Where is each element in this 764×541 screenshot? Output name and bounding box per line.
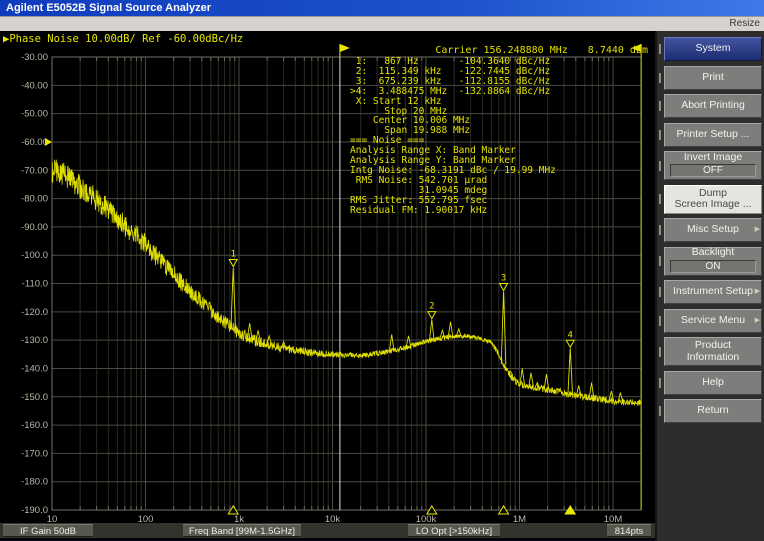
trace-header[interactable]: ▶Phase Noise 10.00dB/ Ref -60.00dBc/Hz [3,33,243,45]
y-tick-label: -90.00 [21,222,48,233]
menu-button-label: System [665,43,761,55]
trace-scale-label: Phase Noise 10.00dB/ Ref -60.00dBc/Hz [9,33,243,45]
menu-button-label: Misc Setup [665,224,761,236]
menu-button-label-2: Screen Image ... [665,199,761,211]
status-bar: IF Gain 50dB Freq Band [99M-1.5GHz] LO O… [0,523,655,538]
menu-button-backlight[interactable]: BacklightON [664,247,762,276]
softkey-menu: System Print Abort Printing Printer Setup .… [655,31,764,541]
menu-button-label: Service Menu [665,315,761,327]
marker-symbol-icon [500,283,508,290]
submenu-arrow-icon: ▶ [755,316,760,326]
submenu-arrow-icon: ▶ [755,287,760,297]
y-tick-label: -60.00 [21,137,48,148]
spur-spike [429,320,434,341]
status-freq-band: Freq Band [99M-1.5GHz] [183,524,301,537]
marker-noise-readout: 1: 867 Hz -104.3640 dBc/Hz 2: 115.349 kH… [350,57,556,216]
marker-number-label: 3 [501,273,506,283]
menu-button-printer-setup[interactable]: Printer Setup ... [664,123,762,147]
menu-button-instrument-setup[interactable]: Instrument Setup▶ [664,280,762,304]
marker-number-label: 2 [429,302,434,312]
menu-button-service-menu[interactable]: Service Menu▶ [664,309,762,333]
status-if-gain: IF Gain 50dB [3,524,93,537]
menu-button-label: Abort Printing [665,100,761,112]
menu-button-invert-image[interactable]: Invert ImageOFF [664,151,762,180]
y-tick-label: -80.00 [21,194,48,205]
spur-spike [406,336,411,347]
menu-button-state-value: OFF [670,164,756,177]
y-tick-label: -140.0 [21,363,48,374]
window-titlebar: Agilent E5052B Signal Source Analyzer [0,0,764,16]
y-tick-label: -170.0 [21,448,48,459]
menu-button-help[interactable]: Help [664,371,762,395]
y-tick-label: -190.0 [21,505,48,516]
menu-button-label: Product [665,340,761,352]
y-tick-label: -120.0 [21,307,48,318]
instrument-screen: -30.00-40.00-50.00-60.00-70.00-80.00-90.… [0,31,655,541]
window-title: Agilent E5052B Signal Source Analyzer [6,2,211,14]
submenu-arrow-icon: ▶ [755,225,760,235]
menu-button-label: Help [665,377,761,389]
y-tick-label: -160.0 [21,420,48,431]
menu-button-label: Print [665,72,761,84]
y-tick-label: -150.0 [21,392,48,403]
menu-button-misc-setup[interactable]: Misc Setup▶ [664,218,762,242]
resize-button[interactable]: Resize [729,18,760,29]
spur-spike [568,348,573,394]
y-tick-label: -110.0 [22,279,48,290]
y-tick-label: -100.0 [21,250,48,261]
carrier-readout: Carrier 156.248880 MHz 8.7440 dBm [0,45,648,56]
analyzer-window: Agilent E5052B Signal Source Analyzer Re… [0,0,764,541]
phase-noise-plot: -30.00-40.00-50.00-60.00-70.00-80.00-90.… [0,31,655,541]
menu-button-system[interactable]: System [664,37,762,61]
menu-button-label-2: Information [665,352,761,364]
y-tick-label: -50.00 [21,109,48,120]
marker-symbol-icon [428,312,436,319]
menu-button-return[interactable]: Return [664,399,762,423]
marker-symbol-icon [566,340,574,347]
carrier-frequency: Carrier 156.248880 MHz [435,45,567,56]
spur-spike [529,373,534,387]
status-points: 814pts [607,524,651,537]
status-lo-opt: LO Opt [>150kHz] [408,524,500,537]
menu-button-abort-printing[interactable]: Abort Printing [664,94,762,118]
menu-button-label: Invert Image [665,152,761,164]
marker-number-label: 4 [568,330,573,340]
menu-button-label: Return [665,405,761,417]
reference-level-icon [45,138,52,146]
y-tick-label: -70.00 [21,165,48,176]
menu-button-dump-screen-image[interactable]: DumpScreen Image ... [664,185,762,214]
y-tick-label: -40.00 [21,80,48,91]
window-chrome-strip: Resize [0,16,764,31]
menu-button-product-information[interactable]: ProductInformation [664,337,762,366]
carrier-power: 8.7440 dBm [588,45,648,56]
y-tick-label: -130.0 [21,335,48,346]
menu-button-label: Instrument Setup [665,286,761,298]
marker-number-label: 1 [230,250,235,260]
menu-button-state-value: ON [670,260,756,273]
menu-button-label: Printer Setup ... [665,129,761,141]
menu-button-print[interactable]: Print [664,66,762,90]
y-tick-label: -180.0 [21,477,48,488]
menu-button-label: Backlight [665,247,761,259]
